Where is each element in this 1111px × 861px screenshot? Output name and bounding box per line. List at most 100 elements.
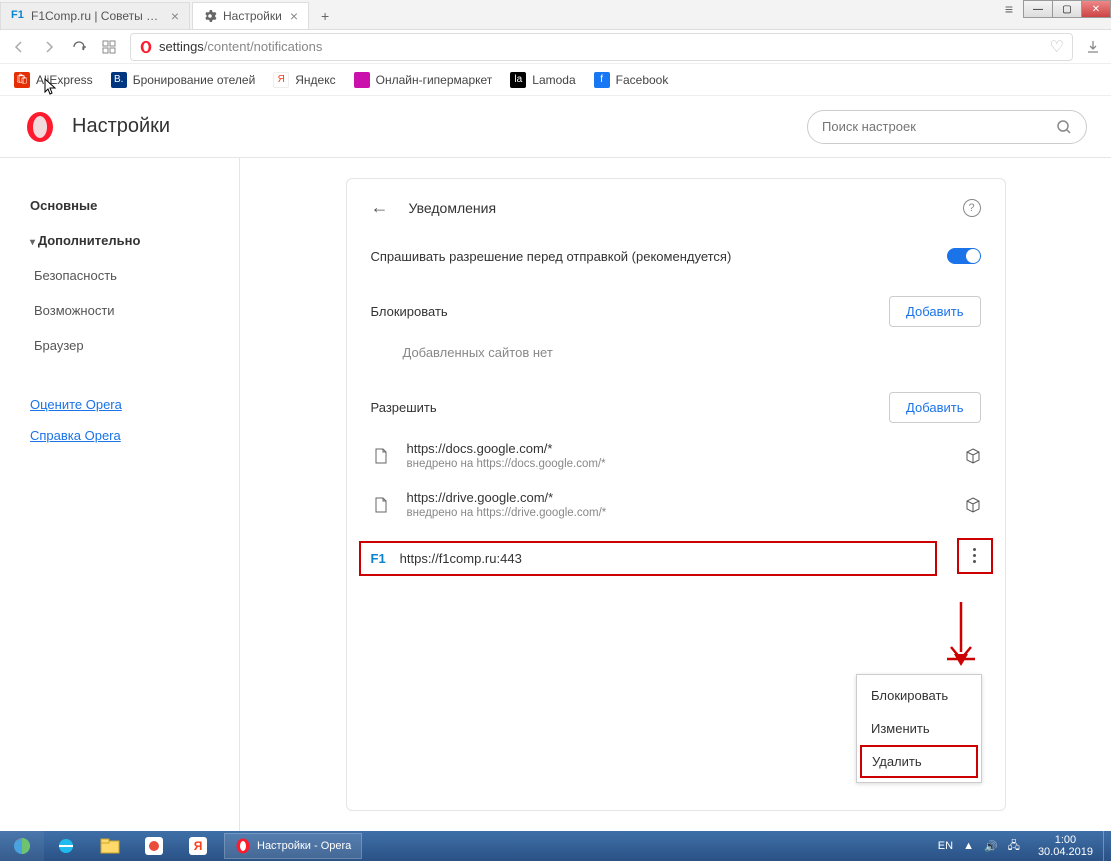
allowed-site-row: https://drive.google.com/* внедрено на h… bbox=[347, 480, 1005, 529]
clock-time: 1:00 bbox=[1038, 834, 1093, 846]
context-menu: Блокировать Изменить Удалить bbox=[856, 674, 982, 783]
back-arrow-icon[interactable]: ← bbox=[371, 197, 389, 218]
lamoda-icon: la bbox=[510, 72, 526, 88]
allow-section-title: Разрешить bbox=[371, 400, 890, 415]
ask-permission-toggle[interactable] bbox=[947, 248, 981, 264]
task-label: Настройки - Opera bbox=[257, 840, 351, 852]
sidebar-item-advanced[interactable]: Дополнительно bbox=[30, 223, 239, 258]
taskbar: Я Настройки - Opera EN ▲ 🔊 🖧 1:00 30.04.… bbox=[0, 831, 1111, 861]
tab-settings[interactable]: Настройки × bbox=[192, 2, 309, 29]
new-tab-button[interactable]: + bbox=[311, 2, 339, 29]
cube-icon[interactable] bbox=[965, 448, 981, 464]
search-icon bbox=[1056, 119, 1072, 135]
close-button[interactable]: ✕ bbox=[1081, 0, 1111, 18]
bookmark-lamoda[interactable]: la Lamoda bbox=[510, 72, 575, 88]
wildberries-icon bbox=[354, 72, 370, 88]
more-dots-icon bbox=[964, 548, 986, 563]
tab-title: F1Comp.ru | Советы и лайф bbox=[31, 9, 163, 23]
page-title: Настройки bbox=[72, 115, 807, 138]
lang-indicator[interactable]: EN bbox=[938, 840, 953, 852]
tab-close-icon[interactable]: × bbox=[171, 8, 179, 24]
svg-text:Я: Я bbox=[194, 839, 203, 853]
window-controls: ≡ — ▢ ✕ bbox=[994, 0, 1111, 18]
highlighted-site-row: F1 https://f1comp.ru:443 bbox=[359, 541, 937, 576]
taskbar-ie[interactable] bbox=[44, 831, 88, 861]
minimize-button[interactable]: — bbox=[1023, 0, 1053, 18]
settings-header: Настройки bbox=[0, 96, 1111, 158]
sidebar-item-security[interactable]: Безопасность bbox=[30, 258, 239, 293]
site-url: https://drive.google.com/* bbox=[407, 490, 949, 505]
bookmark-label: Яндекс bbox=[295, 73, 335, 87]
opera-icon bbox=[139, 40, 153, 54]
site-embedded: внедрено на https://docs.google.com/* bbox=[407, 458, 949, 470]
f1-icon: F1 bbox=[371, 551, 386, 566]
site-url: https://f1comp.ru:443 bbox=[400, 551, 522, 566]
bookmark-label: AliExpress bbox=[36, 73, 93, 87]
bookmark-label: Онлайн-гипермаркет bbox=[376, 73, 493, 87]
tab-bar: F1 F1Comp.ru | Советы и лайф × Настройки… bbox=[0, 0, 1111, 30]
taskbar-explorer[interactable] bbox=[88, 831, 132, 861]
ctx-block[interactable]: Блокировать bbox=[857, 679, 981, 712]
opera-menu-icon[interactable]: ≡ bbox=[994, 0, 1024, 18]
address-input[interactable]: settings/content/notifications ♡ bbox=[130, 33, 1073, 61]
more-actions-button[interactable] bbox=[957, 538, 993, 574]
bookmark-wildberries[interactable]: Онлайн-гипермаркет bbox=[354, 72, 493, 88]
help-icon[interactable]: ? bbox=[963, 199, 981, 217]
gear-icon bbox=[203, 9, 217, 23]
taskbar-yandex[interactable]: Я bbox=[176, 831, 220, 861]
yandex-icon: Я bbox=[273, 72, 289, 88]
tray-flag-icon[interactable]: ▲ bbox=[963, 840, 974, 852]
bookmark-heart-icon[interactable]: ♡ bbox=[1050, 37, 1064, 57]
block-empty-text: Добавленных сайтов нет bbox=[347, 335, 1005, 378]
bookmark-aliexpress[interactable]: 🛍 AliExpress bbox=[14, 72, 93, 88]
file-icon bbox=[371, 448, 391, 464]
sidebar-link-rate[interactable]: Оцените Opera bbox=[30, 389, 239, 420]
clock-date: 30.04.2019 bbox=[1038, 846, 1093, 858]
ask-permission-label: Спрашивать разрешение перед отправкой (р… bbox=[371, 249, 947, 264]
search-input[interactable] bbox=[822, 119, 1056, 134]
booking-icon: B. bbox=[111, 72, 127, 88]
card-title: Уведомления bbox=[409, 200, 497, 216]
sidebar-item-browser[interactable]: Браузер bbox=[30, 328, 239, 363]
tab-close-icon[interactable]: × bbox=[290, 8, 298, 24]
taskbar-app[interactable] bbox=[132, 831, 176, 861]
tray-network-icon[interactable]: 🖧 bbox=[1008, 837, 1020, 856]
allowed-site-row: https://docs.google.com/* внедрено на ht… bbox=[347, 431, 1005, 480]
tab-title: Настройки bbox=[223, 9, 282, 23]
sidebar: Основные Дополнительно Безопасность Возм… bbox=[0, 158, 240, 831]
site-url: https://docs.google.com/* bbox=[407, 441, 949, 456]
speed-dial-button[interactable] bbox=[100, 38, 118, 56]
add-allow-button[interactable]: Добавить bbox=[889, 392, 980, 423]
tab-favicon-f1: F1 bbox=[11, 9, 25, 23]
bookmark-label: Lamoda bbox=[532, 73, 575, 87]
sidebar-item-features[interactable]: Возможности bbox=[30, 293, 239, 328]
bookmark-label: Facebook bbox=[616, 73, 669, 87]
tray-volume-icon[interactable]: 🔊 bbox=[984, 840, 998, 853]
tab-f1comp[interactable]: F1 F1Comp.ru | Советы и лайф × bbox=[0, 2, 190, 29]
bookmarks-bar: 🛍 AliExpress B. Бронирование отелей Я Ян… bbox=[0, 64, 1111, 96]
file-icon bbox=[371, 497, 391, 513]
back-button[interactable] bbox=[10, 38, 28, 56]
ctx-edit[interactable]: Изменить bbox=[857, 712, 981, 745]
block-section-title: Блокировать bbox=[371, 304, 890, 319]
downloads-button[interactable] bbox=[1085, 39, 1101, 55]
start-button[interactable] bbox=[0, 831, 44, 861]
bookmark-booking[interactable]: B. Бронирование отелей bbox=[111, 72, 256, 88]
cube-icon[interactable] bbox=[965, 497, 981, 513]
taskbar-clock[interactable]: 1:00 30.04.2019 bbox=[1028, 834, 1103, 858]
bookmark-yandex[interactable]: Я Яндекс bbox=[273, 72, 335, 88]
sidebar-item-basic[interactable]: Основные bbox=[30, 188, 239, 223]
aliexpress-icon: 🛍 bbox=[14, 72, 30, 88]
annotation-arrow bbox=[946, 602, 976, 672]
taskbar-opera-task[interactable]: Настройки - Opera bbox=[224, 833, 362, 859]
forward-button[interactable] bbox=[40, 38, 58, 56]
bookmark-facebook[interactable]: f Facebook bbox=[594, 72, 669, 88]
settings-search[interactable] bbox=[807, 110, 1087, 144]
show-desktop-button[interactable] bbox=[1103, 831, 1111, 861]
reload-button[interactable] bbox=[70, 38, 88, 56]
site-embedded: внедрено на https://drive.google.com/* bbox=[407, 507, 949, 519]
sidebar-link-help[interactable]: Справка Opera bbox=[30, 420, 239, 451]
maximize-button[interactable]: ▢ bbox=[1052, 0, 1082, 18]
add-block-button[interactable]: Добавить bbox=[889, 296, 980, 327]
ctx-delete[interactable]: Удалить bbox=[860, 745, 978, 778]
